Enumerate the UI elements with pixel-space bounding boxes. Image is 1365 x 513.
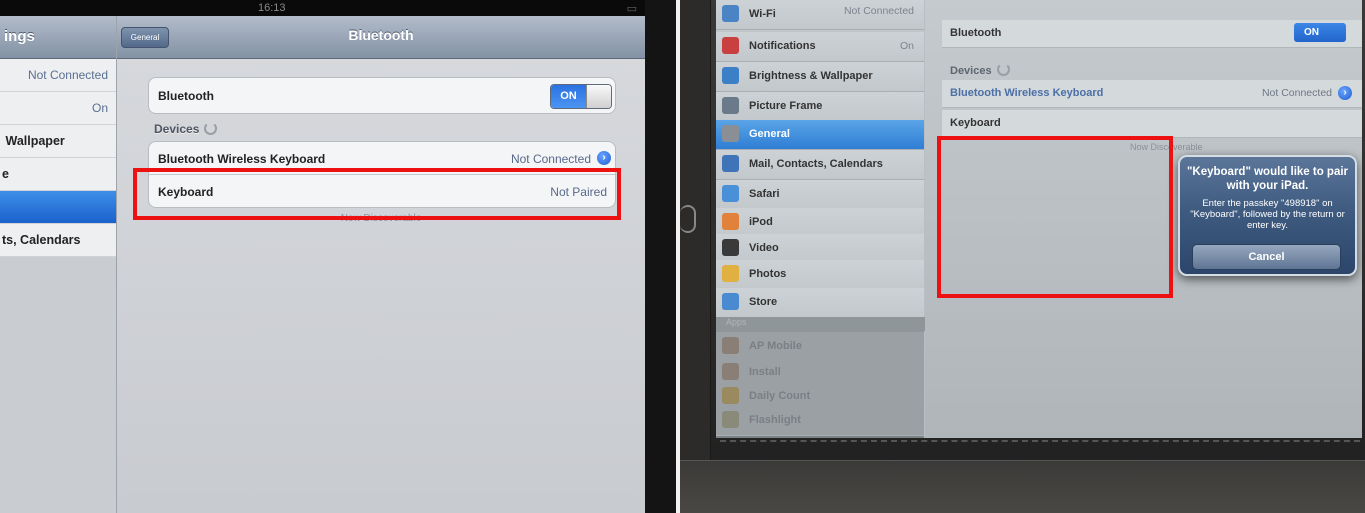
bluetooth-toggle[interactable]: ON <box>550 84 612 109</box>
spinner-icon <box>204 122 218 135</box>
highlight-box-keyboard-row <box>133 168 621 220</box>
status-time: 16:13 <box>258 2 286 14</box>
spinner-icon <box>996 63 1010 76</box>
photos-icon <box>722 265 739 282</box>
apps-section-header: Apps <box>716 317 934 331</box>
status-bar: 16:13 ▭ <box>0 0 645 16</box>
notifications-icon <box>722 37 739 54</box>
device-name: Bluetooth Wireless Keyboard <box>158 152 326 166</box>
store-icon <box>722 293 739 310</box>
master-item-brightness-wallpaper[interactable]: Wallpaper <box>0 125 116 158</box>
master-item-general[interactable]: General <box>716 120 924 150</box>
master-item-value: Not Connected <box>27 68 108 82</box>
toggle-on-label: ON <box>551 85 586 108</box>
bluetooth-label: Bluetooth <box>158 89 214 103</box>
disclosure-icon[interactable]: › <box>597 151 611 165</box>
master-item-label: Safari <box>749 188 780 200</box>
master-item-label: Wallpaper <box>5 134 65 148</box>
master-item-app-4[interactable]: Flashlight <box>716 406 924 436</box>
master-item-label: Mail, Contacts, Calendars <box>749 158 883 170</box>
left-ipad-screen: 16:13 ▭ ings Not Connected On Wallpaper … <box>0 0 645 513</box>
bluetooth-toggle[interactable]: ON <box>1294 23 1346 42</box>
master-item-value: On <box>899 40 914 52</box>
devices-header: Devices <box>950 63 1010 77</box>
master-item-value: On <box>91 101 108 115</box>
master-item-value: Not Connected <box>843 5 914 17</box>
mail-icon <box>722 155 739 172</box>
master-item-label: Install <box>749 366 781 378</box>
master-item-brightness-wallpaper[interactable]: Brightness & Wallpaper <box>716 62 924 92</box>
cancel-button[interactable]: Cancel <box>1192 244 1341 270</box>
bluetooth-label: Bluetooth <box>950 27 1002 39</box>
bluetooth-row: Bluetooth ON <box>149 78 615 113</box>
highlight-box-pairing-alert <box>937 136 1173 298</box>
master-item-mail-contacts-calendars[interactable]: ts, Calendars <box>0 224 116 257</box>
master-item-label: AP Mobile <box>749 340 802 352</box>
case-flap <box>680 460 1365 513</box>
master-list: Not Connected On Wallpaper e ts, Calenda… <box>0 59 116 257</box>
alert-title: "Keyboard" would like to pair with your … <box>1186 166 1349 192</box>
detail-nav-bar: General Bluetooth <box>117 16 645 59</box>
alert-message: Enter the passkey "498918" on "Keyboard"… <box>1190 198 1345 231</box>
app-icon <box>722 363 739 380</box>
page-title: Bluetooth <box>348 27 414 43</box>
master-item-notifications[interactable]: On <box>0 92 116 125</box>
master-item-store[interactable]: Store <box>716 288 924 318</box>
master-item-label: Daily Count <box>749 390 811 402</box>
master-item-label: Picture Frame <box>749 100 823 112</box>
device-name: Keyboard <box>950 117 1001 129</box>
master-item-label: Store <box>749 296 778 308</box>
master-item-label: General <box>749 128 790 140</box>
bluetooth-detail-pane: General Bluetooth Bluetooth ON Devices B… <box>117 16 645 513</box>
master-item-notifications[interactable]: Notifications On <box>716 32 924 62</box>
master-item-label: Brightness & Wallpaper <box>749 70 873 82</box>
master-item-wifi[interactable]: Not Connected <box>0 59 116 92</box>
device-status: Not Connected <box>510 152 591 166</box>
device-row-keyboard[interactable]: Keyboard <box>942 110 1362 138</box>
video-icon <box>722 239 739 256</box>
device-row-bluetooth-wireless-keyboard[interactable]: Bluetooth Wireless Keyboard Not Connecte… <box>942 80 1362 108</box>
master-item-wifi[interactable]: Wi-Fi Not Connected <box>716 0 924 30</box>
pairing-alert-dialog: "Keyboard" would like to pair with your … <box>1178 155 1357 276</box>
device-name: Bluetooth Wireless Keyboard <box>950 87 1104 99</box>
master-item-picture-frame[interactable]: e <box>0 158 116 191</box>
picture-frame-icon <box>722 97 739 114</box>
app-icon <box>722 337 739 354</box>
master-item-mail-contacts-calendars[interactable]: Mail, Contacts, Calendars <box>716 150 924 180</box>
device-status: Not Connected <box>1261 87 1332 99</box>
master-item-photos[interactable]: Photos <box>716 260 924 290</box>
app-icon <box>722 411 739 428</box>
ipod-icon <box>722 213 739 230</box>
master-item-label: Notifications <box>749 40 816 52</box>
brightness-icon <box>722 67 739 84</box>
wifi-icon <box>722 5 739 22</box>
right-photo: Wi-Fi Not Connected Notifications On Bri… <box>680 0 1365 513</box>
home-button-icon[interactable] <box>680 205 696 233</box>
master-item-label: Wi-Fi <box>749 8 776 20</box>
gear-icon <box>722 125 739 142</box>
master-item-label: Flashlight <box>749 414 801 426</box>
master-nav-bar: ings <box>0 16 116 59</box>
disclosure-icon[interactable]: › <box>1338 86 1352 100</box>
master-item-general[interactable] <box>0 191 116 224</box>
master-item-label: Photos <box>749 268 787 280</box>
settings-master-pane: Wi-Fi Not Connected Notifications On Bri… <box>716 0 934 438</box>
master-item-label: iPod <box>749 216 773 228</box>
devices-header: Devices <box>154 122 218 136</box>
master-item-label: ts, Calendars <box>2 233 81 247</box>
master-item-label: Video <box>749 242 779 254</box>
master-title: ings <box>4 28 35 45</box>
toggle-knob <box>586 85 611 108</box>
safari-icon <box>722 185 739 202</box>
master-item-safari[interactable]: Safari <box>716 180 924 210</box>
case-spine <box>680 0 711 513</box>
battery-icon: ▭ <box>626 3 637 15</box>
master-item-label: e <box>2 167 9 181</box>
app-icon <box>722 387 739 404</box>
settings-master-pane: ings Not Connected On Wallpaper e ts, Ca… <box>0 16 117 513</box>
master-item-picture-frame[interactable]: Picture Frame <box>716 92 924 122</box>
bluetooth-toggle-group: Bluetooth ON <box>148 77 616 114</box>
left-photo: 16:13 ▭ ings Not Connected On Wallpaper … <box>0 0 676 513</box>
case-stitching <box>720 440 1360 444</box>
